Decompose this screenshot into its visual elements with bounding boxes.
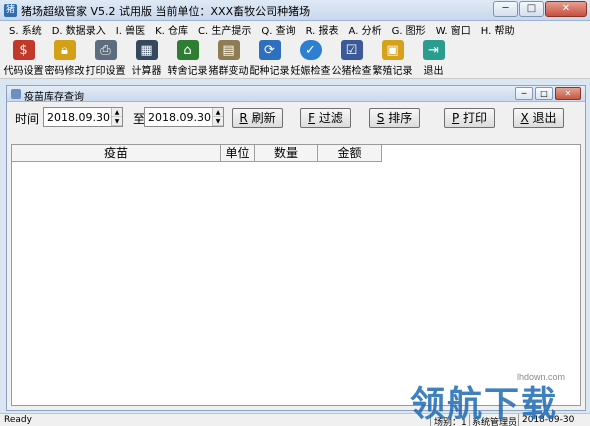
vaccine-inventory-grid[interactable]: 疫苗 单位 数量 金额 — [11, 144, 581, 406]
pig-app-icon: 猪 — [4, 4, 17, 17]
tool-label: 退出 — [423, 66, 444, 77]
column-header-vaccine[interactable]: 疫苗 — [12, 145, 221, 162]
menu-query[interactable]: Q. 查询 — [256, 22, 300, 37]
watermark-text: 领航下载 — [410, 385, 559, 425]
tool-label: 繁殖记录 — [372, 66, 413, 77]
maximize-button[interactable]: □ — [519, 1, 544, 17]
child-minimize-button[interactable]: ─ — [515, 87, 533, 100]
tool-code-settings[interactable]: $ 代码设置 — [3, 37, 44, 77]
tool-pregnancy-check[interactable]: ✓ 妊娠检查 — [290, 37, 331, 77]
tool-password-change[interactable]: 🔒︎ 密码修改 — [44, 37, 85, 77]
refresh-hotkey: R — [239, 111, 248, 125]
date-from-spinner[interactable]: ▲ ▼ — [111, 108, 122, 126]
tool-label: 代码设置 — [3, 66, 44, 77]
exit-door-icon: ⇥ — [422, 40, 445, 60]
checklist-icon: ☑ — [340, 40, 363, 60]
vaccine-inventory-window: 疫苗库存查询 ─ □ ✕ 时间 2018.09.30 ▲ ▼ 至 2018.09… — [6, 85, 586, 411]
tool-transfer-record[interactable]: ⌂ 转舍记录 — [167, 37, 208, 77]
menu-data-entry[interactable]: D. 数据录入 — [47, 22, 111, 37]
document-icon: ▤ — [217, 40, 240, 60]
tool-label: 妊娠检查 — [290, 66, 331, 77]
menu-window[interactable]: W. 窗口 — [431, 22, 476, 37]
date-to-spinner[interactable]: ▲ ▼ — [212, 108, 223, 126]
close-button[interactable]: ✕ — [545, 1, 587, 17]
menu-analysis[interactable]: A. 分析 — [344, 22, 387, 37]
print-label: 打印 — [463, 111, 488, 125]
exit-button[interactable]: X 退出 — [513, 108, 564, 128]
lock-icon: 🔒︎ — [53, 40, 76, 60]
filter-label: 过滤 — [318, 111, 343, 125]
exit-label: 退出 — [532, 111, 557, 125]
window-title: 猪场超级管家 V5.2 试用版 当前单位：XXX畜牧公司种猪场 — [21, 5, 311, 18]
child-window-title-bar: 疫苗库存查询 ─ □ ✕ — [7, 86, 585, 103]
tool-boar-check[interactable]: ☑ 公猪检查 — [331, 37, 372, 77]
menu-graphics[interactable]: G. 图形 — [387, 22, 431, 37]
date-to-input[interactable]: 2018.09.30 ▲ ▼ — [144, 107, 224, 127]
refresh-label: 刷新 — [251, 111, 276, 125]
column-header-quantity[interactable]: 数量 — [255, 145, 318, 162]
column-header-amount[interactable]: 金额 — [318, 145, 382, 162]
menu-production-tips[interactable]: C. 生产提示 — [193, 22, 256, 37]
toolbar: $ 代码设置 🔒︎ 密码修改 ⎙ 打印设置 ▦ 计算器 ⌂ 转舍记录 ▤ 猪群变… — [0, 37, 590, 79]
menu-help[interactable]: H. 帮助 — [476, 22, 520, 37]
status-ready: Ready — [4, 415, 32, 425]
child-maximize-button[interactable]: □ — [535, 87, 553, 100]
menu-bar: S. 系统 D. 数据录入 I. 兽医 K. 仓库 C. 生产提示 Q. 查询 … — [0, 21, 590, 37]
minimize-button[interactable]: ─ — [493, 1, 518, 17]
calculator-icon: ▦ — [135, 40, 158, 60]
menu-veterinary[interactable]: I. 兽医 — [111, 22, 150, 37]
id-card-icon: ▣ — [381, 40, 404, 60]
barn-icon: ⌂ — [176, 40, 199, 60]
print-hotkey: P — [451, 111, 460, 125]
spin-down-icon[interactable]: ▼ — [213, 117, 223, 126]
tool-label: 密码修改 — [44, 66, 85, 77]
tool-calculator[interactable]: ▦ 计算器 — [126, 37, 167, 77]
date-to-value: 2018.09.30 — [148, 111, 211, 124]
filter-hotkey: F — [308, 111, 316, 125]
tool-breeding-record[interactable]: ⟳ 配种记录 — [249, 37, 290, 77]
filter-button[interactable]: F 过滤 — [300, 108, 351, 128]
sort-button[interactable]: S 排序 — [369, 108, 420, 128]
spin-down-icon[interactable]: ▼ — [112, 117, 122, 126]
exit-hotkey: X — [520, 111, 529, 125]
refresh-icon: ⟳ — [258, 40, 281, 60]
window-title-bar: 猪 猪场超级管家 V5.2 试用版 当前单位：XXX畜牧公司种猪场 ─ □ ✕ — [0, 0, 590, 21]
time-label: 时间 — [15, 112, 40, 126]
printer-icon: ⎙ — [94, 40, 117, 60]
code-settings-icon: $ — [12, 40, 35, 60]
tool-exit[interactable]: ⇥ 退出 — [413, 37, 454, 77]
tool-print-settings[interactable]: ⎙ 打印设置 — [85, 37, 126, 77]
menu-report[interactable]: R. 报表 — [301, 22, 344, 37]
tool-label: 配种记录 — [249, 66, 290, 77]
filter-row: 时间 2018.09.30 ▲ ▼ 至 2018.09.30 ▲ ▼ R 刷新 … — [7, 104, 585, 130]
menu-warehouse[interactable]: K. 仓库 — [150, 22, 193, 37]
tool-reproduction-record[interactable]: ▣ 繁殖记录 — [372, 37, 413, 77]
window-icon — [11, 89, 21, 99]
tool-label: 猪群变动 — [208, 66, 249, 77]
child-window-title: 疫苗库存查询 — [24, 92, 84, 103]
tool-label: 公猪检查 — [331, 66, 372, 77]
sort-hotkey: S — [376, 111, 385, 125]
print-button[interactable]: P 打印 — [444, 108, 495, 128]
check-icon: ✓ — [299, 40, 322, 60]
date-from-value: 2018.09.30 — [47, 111, 110, 124]
child-close-button[interactable]: ✕ — [555, 87, 581, 100]
date-from-input[interactable]: 2018.09.30 ▲ ▼ — [43, 107, 123, 127]
refresh-button[interactable]: R 刷新 — [232, 108, 283, 128]
spin-up-icon[interactable]: ▲ — [213, 108, 223, 117]
sort-label: 排序 — [388, 111, 413, 125]
column-header-unit[interactable]: 单位 — [221, 145, 255, 162]
tool-label: 转舍记录 — [167, 66, 208, 77]
spin-up-icon[interactable]: ▲ — [112, 108, 122, 117]
menu-system[interactable]: S. 系统 — [4, 22, 47, 37]
tool-label: 打印设置 — [85, 66, 126, 77]
tool-label: 计算器 — [131, 66, 162, 77]
grid-header: 疫苗 单位 数量 金额 — [12, 145, 382, 162]
tool-herd-change[interactable]: ▤ 猪群变动 — [208, 37, 249, 77]
